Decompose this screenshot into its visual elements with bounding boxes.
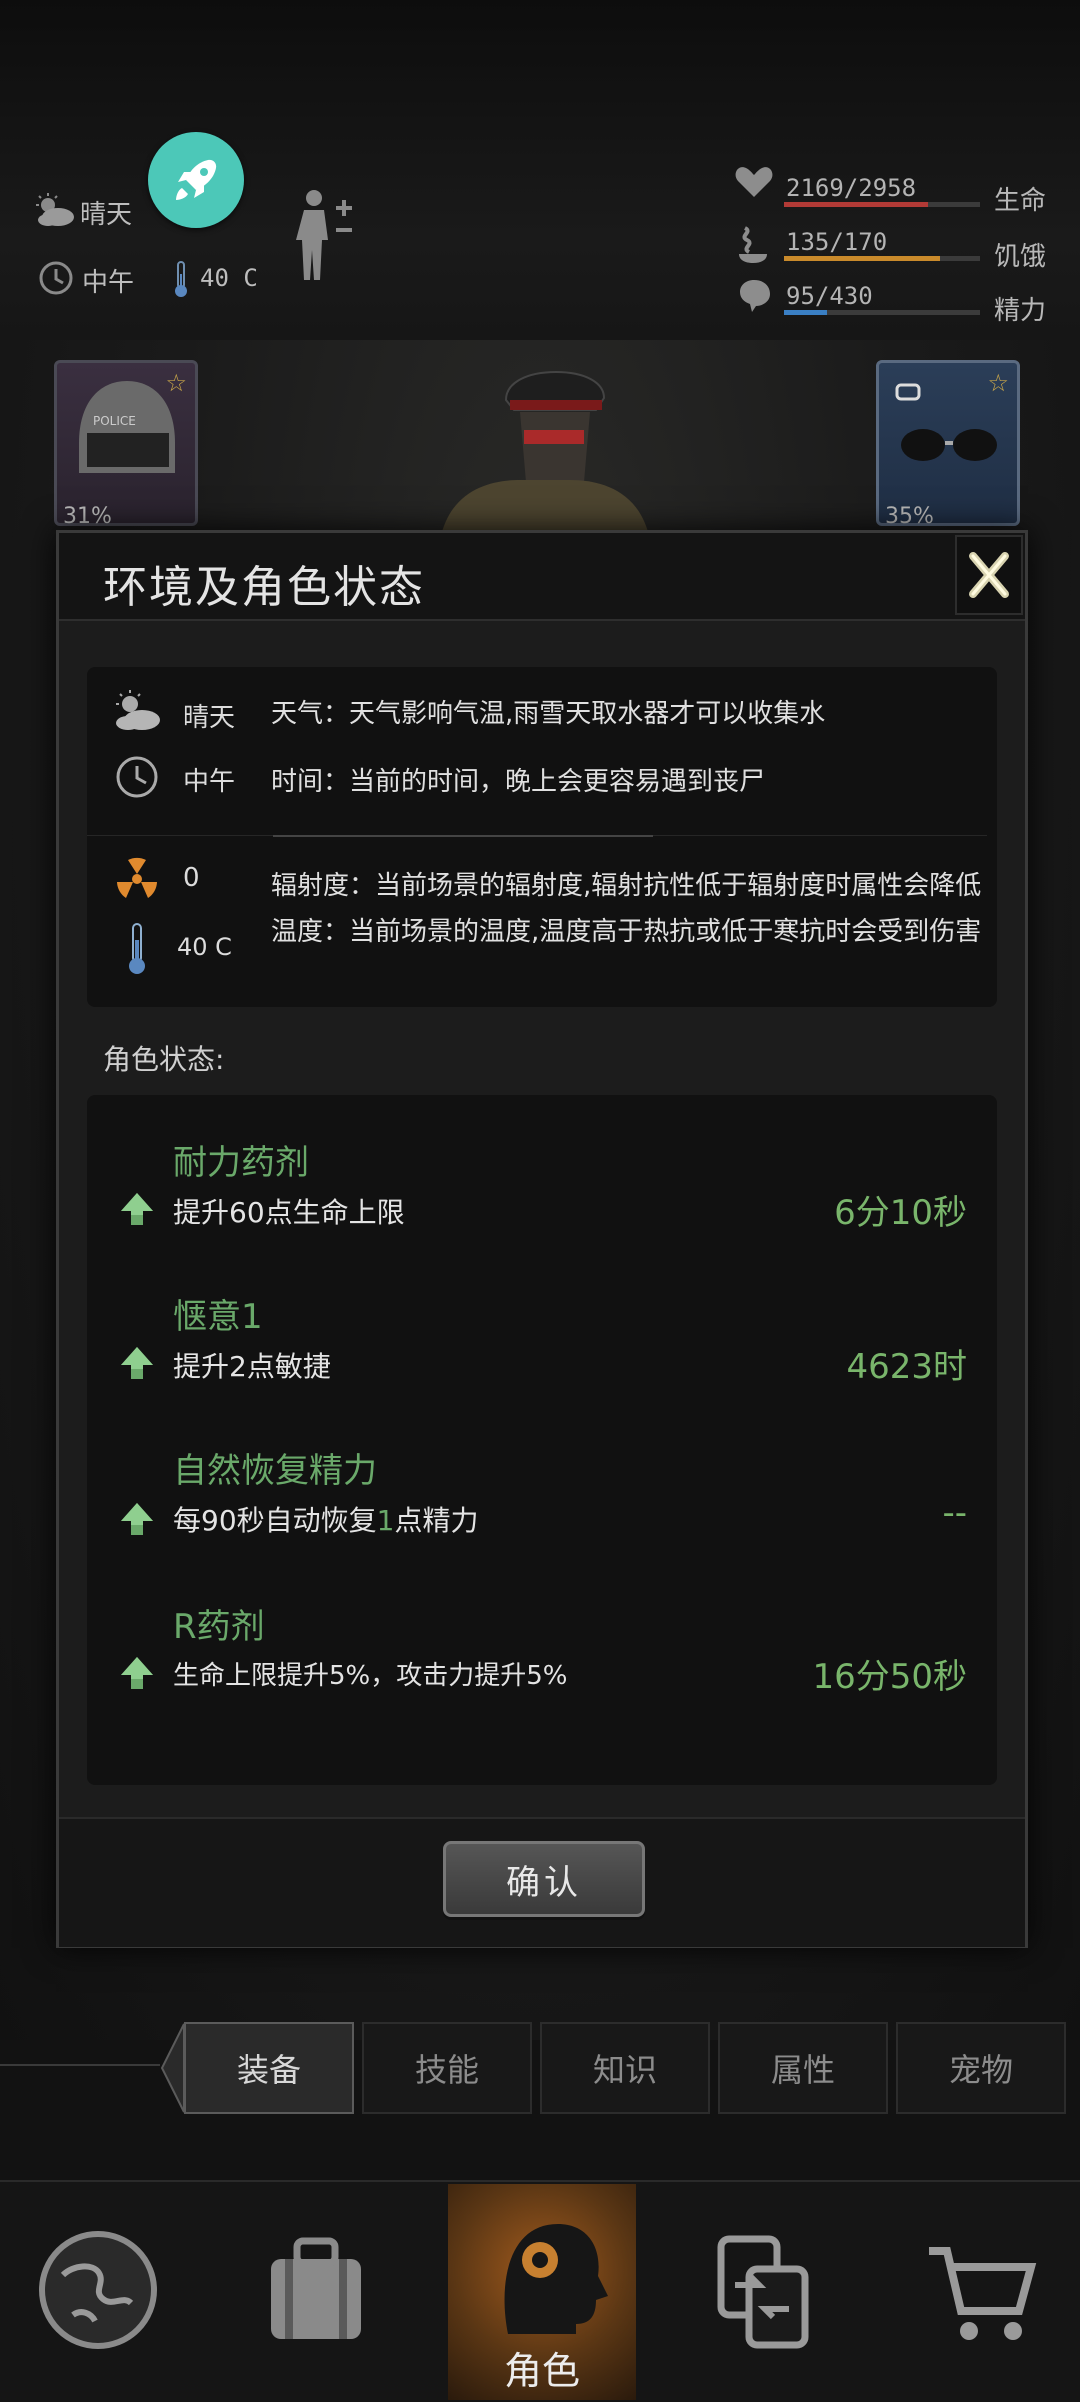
body-adjust-button[interactable] [292,186,364,286]
env-time-value: 中午 [183,767,236,797]
thermometer-icon [111,923,163,975]
tab-attributes[interactable]: 属性 [718,2022,888,2114]
desc-text: 每90秒自动恢复 [173,1504,377,1537]
shop-cart-icon [929,2247,1037,2340]
favorite-star-icon: ☆ [165,369,187,397]
status-effect-name: R药剂 [173,1607,265,1647]
nav-map[interactable] [18,2190,178,2390]
helmet-durability: 31% [63,504,112,529]
env-divider-highlight [273,835,653,837]
radiation-icon [111,853,163,905]
close-icon [969,552,1009,598]
thermometer-icon [170,258,192,300]
environment-info-box: 晴天 天气：天气影响气温,雨雪天取水器才可以收集水 中午 时间：当前的时间，晚上… [87,667,997,1007]
modal-title: 环境及角色状态 [103,562,425,613]
tab-equipment[interactable]: 装备 [184,2022,354,2114]
health-bar [784,202,980,207]
status-effect-desc: 提升60点生命上限 [173,1196,405,1229]
health-label: 生命 [994,186,1047,216]
sun-cloud-icon [111,685,163,737]
energy-bar [784,310,980,315]
character-status-label: 角色状态: [103,1043,225,1076]
heart-icon [734,162,774,202]
buff-up-arrow-icon [121,1657,153,1689]
energy-value: 95/430 [786,282,873,310]
status-effect-row: 耐力药剂 提升60点生命上限 6分10秒 [87,1135,997,1245]
env-temperature-desc: 温度：当前场景的温度,温度高于热抗或低于寒抗时会受到伤害 [271,917,982,947]
status-modal: 环境及角色状态 晴天 天气：天气影响气温,雨雪天取水器才可以收集水 中午 时间：… [56,530,1028,1948]
character-icon [504,2224,608,2334]
status-effect-desc: 生命上限提升5%，攻击力提升5% [173,1661,568,1691]
body-figure-icon [296,190,352,280]
tab-skills[interactable]: 技能 [362,2022,532,2114]
desc-highlight: 1 [376,1504,395,1537]
rocket-boost-button[interactable] [148,132,244,228]
map-icon [39,2231,157,2349]
nav-character-label: 角色 [503,2349,580,2393]
status-effect-desc: 提升2点敏捷 [173,1350,331,1383]
temperature-status: 40 C [200,264,258,292]
status-effects-list: 耐力药剂 提升60点生命上限 6分10秒 惬意1 提升2点敏捷 4623时 自然… [87,1095,997,1785]
clock-icon [36,258,76,298]
energy-label: 精力 [994,296,1047,326]
status-effect-time: 6分10秒 [834,1193,967,1233]
env-temperature-value: 40 C [177,933,232,961]
status-effect-name: 耐力药剂 [173,1143,309,1183]
nav-trade[interactable] [682,2190,842,2390]
clock-icon [111,751,163,803]
trade-icon [717,2235,809,2349]
env-time-desc: 时间：当前的时间，晚上会更容易遇到丧尸 [271,767,766,797]
close-button[interactable] [955,535,1023,615]
favorite-star-icon: ☆ [987,369,1009,397]
health-value: 2169/2958 [786,174,917,202]
tab-active-pointer [160,2022,185,2113]
hunger-bar [784,256,980,261]
tab-bar-line [0,2064,160,2066]
status-effect-row: 自然恢复精力 每90秒自动恢复1点精力 -- [87,1443,997,1553]
hunger-label: 饥饿 [994,242,1047,272]
glasses-durability: 35% [885,504,934,529]
character-portrait [420,360,660,540]
nav-shop[interactable] [904,2190,1064,2390]
time-status: 中午 [82,268,135,298]
status-effect-name: 惬意1 [173,1297,263,1337]
status-effect-row: R药剂 生命上限提升5%，攻击力提升5% 16分50秒 [87,1599,997,1709]
hunger-value: 135/170 [786,228,888,256]
energy-icon [738,276,774,316]
buff-up-arrow-icon [121,1347,153,1379]
status-effect-desc: 每90秒自动恢复1点精力 [173,1499,478,1539]
env-weather-value: 晴天 [183,703,236,733]
nav-backpack[interactable] [236,2190,396,2390]
status-effect-time: 16分50秒 [812,1657,967,1697]
buff-up-arrow-icon [121,1193,153,1225]
glasses-slot[interactable]: ☆ 35% [876,360,1020,529]
confirm-button[interactable]: 确认 [443,1841,645,1917]
helmet-slot[interactable]: POLICE ☆ 31% [54,360,198,529]
svg-text:POLICE: POLICE [93,414,136,428]
sun-cloud-icon [34,190,76,230]
status-effect-time: -- [942,1493,967,1533]
tab-knowledge[interactable]: 知识 [540,2022,710,2114]
buff-up-arrow-icon [121,1503,153,1535]
desc-text: 点精力 [394,1504,479,1537]
env-radiation-value: 0 [183,863,200,893]
env-radiation-desc: 辐射度：当前场景的辐射度,辐射抗性低于辐射度时属性会降低 [271,871,982,901]
status-effect-name: 自然恢复精力 [173,1451,377,1491]
weather-status: 晴天 [80,200,133,230]
backpack-icon [271,2237,361,2339]
tab-pets[interactable]: 宠物 [896,2022,1066,2114]
env-weather-desc: 天气：天气影响气温,雨雪天取水器才可以收集水 [271,699,826,729]
rocket-icon [176,159,217,200]
status-effect-row: 惬意1 提升2点敏捷 4623时 [87,1289,997,1399]
hunger-icon [736,222,772,266]
status-effect-time: 4623时 [846,1347,967,1387]
